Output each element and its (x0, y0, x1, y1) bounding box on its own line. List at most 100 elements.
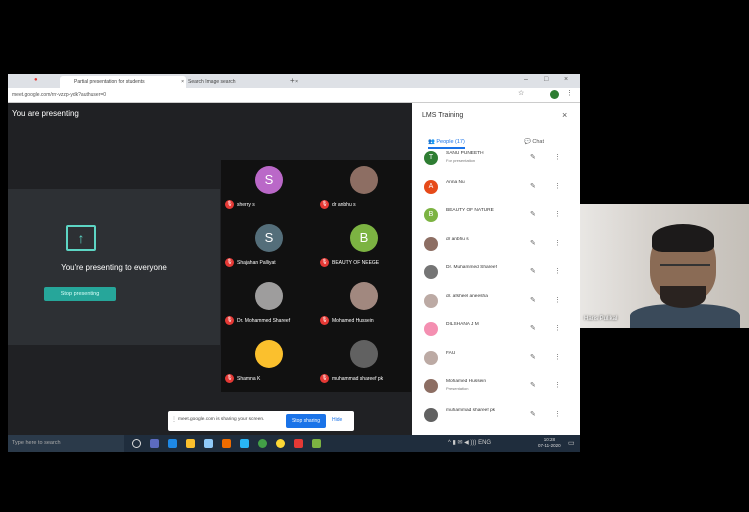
pin-icon[interactable]: ✎ (530, 210, 536, 218)
app-icon[interactable] (276, 439, 285, 448)
app-icon[interactable] (240, 439, 249, 448)
avatar (424, 236, 438, 251)
avatar (350, 340, 378, 368)
drag-handle-icon[interactable]: ⋮ (171, 416, 177, 423)
avatar (424, 379, 438, 393)
participant-list: T SANU PUNEETH For presentation ✎ ⋮ A Anna Nu ✎… (412, 147, 580, 435)
pin-icon[interactable]: ✎ (530, 239, 536, 247)
task-view-icon[interactable] (150, 439, 159, 448)
participant-row[interactable]: Dr. Muhammed Shareef ✎ ⋮ (412, 261, 580, 283)
pin-icon[interactable]: ✎ (530, 381, 536, 389)
tile-name-text: Shajahan Palliyat (237, 259, 276, 266)
address-bar[interactable]: meet.google.com/rrr-vzzp-ydk?authuser=0 … (8, 88, 580, 103)
tile-name-text: Dr. Mohammed Shareef (237, 317, 291, 324)
chrome-icon[interactable] (258, 439, 267, 448)
minimize-icon[interactable]: – (524, 76, 528, 83)
profile-avatar[interactable] (550, 90, 559, 99)
participant-tile[interactable]: 🎙 muhammad shareef pk (316, 334, 411, 392)
cortana-icon[interactable] (132, 439, 141, 448)
more-options-icon[interactable]: ⋮ (554, 324, 561, 332)
mic-off-icon: 🎙 (225, 258, 234, 267)
participant-tile[interactable]: B 🎙 BEAUTY OF NEEGE (316, 218, 411, 276)
more-options-icon[interactable]: ⋮ (554, 239, 561, 247)
pin-icon[interactable]: ✎ (530, 324, 536, 332)
more-options-icon[interactable]: ⋮ (554, 410, 561, 418)
taskbar-search-input[interactable]: Type here to search (8, 435, 124, 452)
participant-row[interactable]: Mohamed Hussein Presentation ✎ ⋮ (412, 375, 580, 397)
stop-sharing-button[interactable]: Stop sharing (286, 414, 326, 428)
browser-tab-search[interactable]: Search Image search × (174, 76, 300, 88)
avatar (350, 166, 378, 194)
system-tray-icons[interactable]: ^ ▮ ✉ ◀ ))) ENG (448, 439, 491, 446)
close-icon[interactable]: × (295, 76, 298, 88)
more-options-icon[interactable]: ⋮ (554, 210, 561, 218)
store-icon[interactable] (204, 439, 213, 448)
pin-icon[interactable]: ✎ (530, 182, 536, 190)
menu-icon[interactable]: ⋮ (566, 89, 573, 97)
pin-icon[interactable]: ✎ (530, 267, 536, 275)
participant-row[interactable]: dr anbhu s ✎ ⋮ (412, 233, 580, 255)
more-options-icon[interactable]: ⋮ (554, 267, 561, 275)
tab-chat[interactable]: 💬 Chat (524, 139, 544, 145)
mic-off-icon: 🎙 (320, 316, 329, 325)
pin-icon[interactable]: ✎ (530, 353, 536, 361)
participant-row[interactable]: dr. afsheel aneesha ✎ ⋮ (412, 290, 580, 312)
participant-row[interactable]: T SANU PUNEETH For presentation ✎ ⋮ (412, 147, 580, 169)
more-options-icon[interactable]: ⋮ (554, 296, 561, 304)
browser-window: ● Partial presentation for students × Se… (8, 74, 580, 452)
avatar (255, 282, 283, 310)
participant-row[interactable]: muhammad shareef pk ✎ ⋮ (412, 404, 580, 426)
tile-name: 🎙 Shamna K (225, 374, 315, 383)
participant-tile[interactable]: S 🎙 Shajahan Palliyat (221, 218, 316, 276)
participant-tile[interactable]: 🎙 Dr. Mohammed Shareef (221, 276, 316, 334)
avatar (424, 265, 438, 279)
file-explorer-icon[interactable] (186, 439, 195, 448)
participant-name: Anna Nu (446, 179, 465, 185)
participant-row[interactable]: DILSHANA J M ✎ ⋮ (412, 318, 580, 340)
stop-presenting-button[interactable]: Stop presenting (44, 287, 116, 301)
hide-button[interactable]: Hide (332, 417, 342, 423)
more-options-icon[interactable]: ⋮ (554, 153, 561, 161)
participant-row[interactable]: A Anna Nu ✎ ⋮ (412, 176, 580, 198)
participant-tile[interactable]: 🎙 dr anbhu s (316, 160, 411, 218)
app-icon[interactable] (312, 439, 321, 448)
new-tab-icon[interactable]: + (290, 76, 295, 85)
url-text[interactable]: meet.google.com/rrr-vzzp-ydk?authuser=0 (12, 90, 412, 100)
more-options-icon[interactable]: ⋮ (554, 182, 561, 190)
presenting-panel: ↑ You're presenting to everyone Stop pre… (8, 189, 220, 345)
app-icon[interactable] (294, 439, 303, 448)
more-options-icon[interactable]: ⋮ (554, 353, 561, 361)
vlc-icon[interactable] (222, 439, 231, 448)
participant-name: DILSHANA J M (446, 322, 479, 327)
participant-grid: S 🎙 sherry s 🎙 dr anbhu s S 🎙 Shajahan Palliyat… (221, 160, 411, 392)
pin-icon[interactable]: ✎ (530, 153, 536, 161)
notification-icon[interactable]: ▭ (568, 439, 575, 447)
participant-name: FAU (446, 350, 456, 356)
windows-taskbar: Type here to search ^ ▮ ✉ ◀ ))) ENG 10:2… (8, 435, 580, 452)
participant-tile[interactable]: 🎙 Mohamed Hussein (316, 276, 411, 334)
participant-tile[interactable]: 🎙 Shamna K (221, 334, 316, 392)
tile-name: 🎙 dr anbhu s (320, 200, 410, 209)
participant-name: Mohamed Hussein (446, 379, 486, 384)
participant-tile[interactable]: S 🎙 sherry s (221, 160, 316, 218)
presenting-message: You're presenting to everyone (61, 263, 167, 272)
close-icon[interactable]: × (562, 110, 567, 120)
mic-off-icon: 🎙 (320, 374, 329, 383)
tile-name: 🎙 Shajahan Palliyat (225, 258, 315, 267)
browser-tab-presentation[interactable]: Partial presentation for students × (60, 76, 186, 88)
close-window-icon[interactable]: × (564, 76, 568, 83)
tab-label: Search Image search (188, 79, 236, 85)
tab-chat-label: Chat (532, 139, 545, 145)
pin-icon[interactable]: ✎ (530, 296, 536, 304)
more-options-icon[interactable]: ⋮ (554, 381, 561, 389)
edge-icon[interactable] (168, 439, 177, 448)
maximize-icon[interactable]: □ (544, 76, 548, 83)
star-icon[interactable]: ☆ (518, 89, 524, 97)
share-message: meet.google.com is sharing your screen. (178, 417, 265, 422)
participant-row[interactable]: FAU ✎ ⋮ (412, 347, 580, 369)
participant-name: dr anbhu s (446, 236, 469, 242)
taskbar-clock[interactable]: 10:28 07-11-2020 (538, 437, 561, 449)
tab-label: Partial presentation for students (74, 79, 145, 85)
participant-row[interactable]: B BEAUTY OF NATURE ✎ ⋮ (412, 204, 580, 226)
pin-icon[interactable]: ✎ (530, 410, 536, 418)
